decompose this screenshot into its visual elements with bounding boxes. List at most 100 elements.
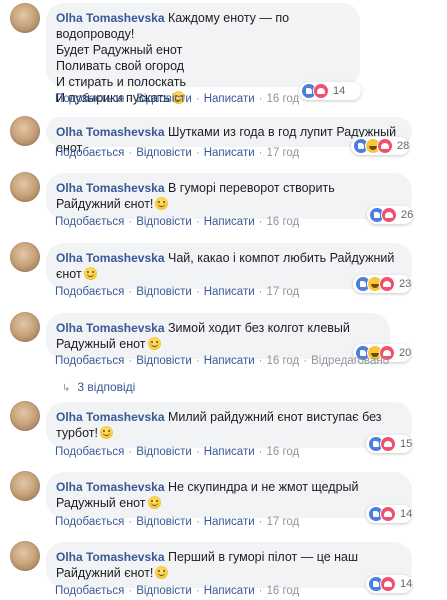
timestamp[interactable]: 16 год bbox=[266, 585, 299, 597]
like-link[interactable]: Подобається bbox=[55, 93, 124, 105]
separator: · bbox=[195, 355, 200, 367]
separator: · bbox=[195, 585, 200, 597]
avatar[interactable] bbox=[10, 312, 40, 342]
comment-author[interactable]: Olha Tomashevska bbox=[56, 251, 165, 265]
view-replies-link[interactable]: ↳ 3 відповіді bbox=[62, 380, 135, 394]
separator: · bbox=[195, 93, 200, 105]
comment-author[interactable]: Olha Tomashevska bbox=[56, 550, 165, 564]
comment-bubble: Olha Tomashevska Милий райдужний єнот ви… bbox=[46, 402, 412, 448]
love-icon bbox=[380, 506, 396, 522]
reaction-summary[interactable]: 14 bbox=[366, 505, 412, 523]
avatar[interactable] bbox=[10, 541, 40, 571]
avatar[interactable] bbox=[10, 242, 40, 272]
timestamp[interactable]: 16 год bbox=[266, 355, 299, 367]
comment-actions: Подобається · Відповісти · Написати · 17 год bbox=[55, 147, 299, 159]
love-icon bbox=[380, 436, 396, 452]
like-link[interactable]: Подобається bbox=[55, 147, 124, 159]
reaction-summary[interactable]: 23 bbox=[353, 275, 411, 293]
reply-link[interactable]: Відповісти bbox=[136, 216, 192, 228]
like-link[interactable]: Подобається bbox=[55, 216, 124, 228]
comment-actions: Подобається · Відповісти · Написати · 16 год bbox=[55, 216, 299, 228]
like-link[interactable]: Подобається bbox=[55, 446, 124, 458]
love-icon bbox=[313, 83, 329, 99]
comment-actions: Подобається · Відповісти · Написати · 16 год bbox=[55, 446, 299, 458]
reply-link[interactable]: Відповісти bbox=[136, 93, 192, 105]
reply-link[interactable]: Відповісти bbox=[136, 147, 192, 159]
separator: · bbox=[128, 585, 133, 597]
separator: · bbox=[128, 93, 133, 105]
separator: · bbox=[195, 216, 200, 228]
comment-bubble: Olha Tomashevska Перший в гуморі пілот —… bbox=[46, 542, 412, 588]
like-link[interactable]: Подобається bbox=[55, 355, 124, 367]
like-link[interactable]: Подобається bbox=[55, 516, 124, 528]
smile-emoji-icon bbox=[147, 337, 161, 350]
message-link[interactable]: Написати bbox=[204, 516, 255, 528]
reply-arrow-icon: ↳ bbox=[62, 383, 71, 394]
timestamp[interactable]: 17 год bbox=[266, 286, 299, 298]
avatar[interactable] bbox=[10, 471, 40, 501]
separator: · bbox=[303, 355, 308, 367]
reaction-summary[interactable]: 28 bbox=[351, 137, 409, 155]
timestamp[interactable]: 16 год bbox=[266, 446, 299, 458]
message-link[interactable]: Написати bbox=[204, 216, 255, 228]
comment-text: Каждому еноту — по водопроводу! Будет Ра… bbox=[56, 11, 290, 105]
separator: · bbox=[258, 93, 263, 105]
comment-author[interactable]: Olha Tomashevska bbox=[56, 181, 165, 195]
like-link[interactable]: Подобається bbox=[55, 585, 124, 597]
reaction-summary[interactable]: 14 bbox=[366, 575, 412, 593]
message-link[interactable]: Написати bbox=[204, 93, 255, 105]
comment-actions: Подобається · Відповісти · Написати · 16 год bbox=[55, 93, 299, 105]
love-icon bbox=[380, 576, 396, 592]
timestamp[interactable]: 17 год bbox=[266, 147, 299, 159]
separator: · bbox=[258, 147, 263, 159]
comment-author[interactable]: Olha Tomashevska bbox=[56, 125, 165, 139]
separator: · bbox=[195, 286, 200, 298]
reply-link[interactable]: Відповісти bbox=[136, 446, 192, 458]
separator: · bbox=[195, 446, 200, 458]
comment-author[interactable]: Olha Tomashevska bbox=[56, 321, 165, 335]
avatar[interactable] bbox=[10, 401, 40, 431]
smile-emoji-icon bbox=[155, 566, 169, 579]
timestamp[interactable]: 16 год bbox=[266, 216, 299, 228]
smile-emoji-icon bbox=[147, 496, 161, 509]
reaction-summary[interactable]: 14 bbox=[299, 82, 361, 100]
separator: · bbox=[258, 286, 263, 298]
reply-link[interactable]: Відповісти bbox=[136, 516, 192, 528]
smile-emoji-icon bbox=[83, 267, 97, 280]
timestamp[interactable]: 16 год bbox=[266, 93, 299, 105]
smile-emoji-icon bbox=[99, 426, 113, 439]
separator: · bbox=[258, 355, 263, 367]
separator: · bbox=[128, 446, 133, 458]
reaction-summary[interactable]: 15 bbox=[366, 435, 412, 453]
separator: · bbox=[128, 516, 133, 528]
comment-bubble: Olha Tomashevska Не скупиндра и не жмот … bbox=[46, 472, 412, 518]
avatar[interactable] bbox=[10, 3, 40, 33]
message-link[interactable]: Написати bbox=[204, 286, 255, 298]
reply-link[interactable]: Відповісти bbox=[136, 355, 192, 367]
comment-actions: Подобається · Відповісти · Написати · 16 год bbox=[55, 585, 299, 597]
comment-author[interactable]: Olha Tomashevska bbox=[56, 410, 165, 424]
edited-label[interactable]: Відредаговано bbox=[311, 355, 389, 367]
smile-emoji-icon bbox=[155, 197, 169, 210]
reply-link[interactable]: Відповісти bbox=[136, 585, 192, 597]
like-link[interactable]: Подобається bbox=[55, 286, 124, 298]
message-link[interactable]: Написати bbox=[204, 147, 255, 159]
separator: · bbox=[128, 216, 133, 228]
reaction-summary[interactable]: 26 bbox=[367, 206, 413, 224]
message-link[interactable]: Написати bbox=[204, 355, 255, 367]
message-link[interactable]: Написати bbox=[204, 585, 255, 597]
reaction-count: 20 bbox=[399, 347, 412, 359]
reaction-count: 26 bbox=[401, 209, 414, 221]
reply-link[interactable]: Відповісти bbox=[136, 286, 192, 298]
separator: · bbox=[258, 446, 263, 458]
timestamp[interactable]: 17 год bbox=[266, 516, 299, 528]
comment-author[interactable]: Olha Tomashevska bbox=[56, 480, 165, 494]
separator: · bbox=[128, 147, 133, 159]
avatar[interactable] bbox=[10, 172, 40, 202]
separator: · bbox=[128, 286, 133, 298]
message-link[interactable]: Написати bbox=[204, 446, 255, 458]
reaction-count: 14 bbox=[400, 578, 413, 590]
avatar[interactable] bbox=[10, 116, 40, 146]
reaction-count: 23 bbox=[399, 278, 412, 290]
comment-author[interactable]: Olha Tomashevska bbox=[56, 11, 165, 25]
